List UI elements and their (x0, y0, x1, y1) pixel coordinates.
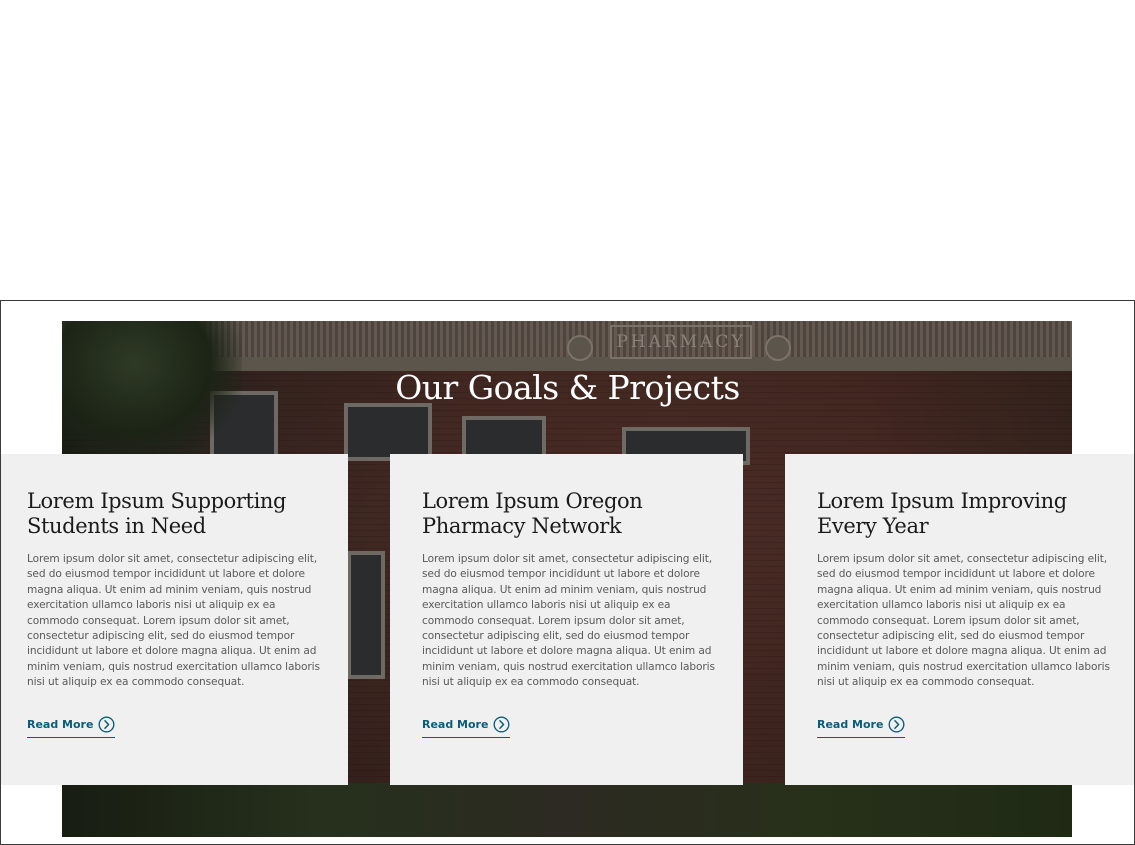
card-body: Lorem ipsum dolor sit amet, consectetur … (27, 553, 320, 689)
read-more-link[interactable]: Read More (817, 716, 906, 738)
goal-card: Lorem Ipsum Supporting Students in Need … (1, 454, 348, 785)
chevron-right-circle-icon (888, 716, 905, 733)
goals-projects-section: PHARMACY Our Goals & Projects Lorem Ipsu… (0, 300, 1135, 845)
read-more-label: Read More (422, 718, 489, 731)
card-body: Lorem ipsum dolor sit amet, consectetur … (817, 553, 1110, 689)
pharmacy-plaque: PHARMACY (610, 325, 752, 359)
read-more-label: Read More (27, 718, 94, 731)
goal-card: Lorem Ipsum Oregon Pharmacy Network Lore… (390, 454, 743, 785)
goal-card: Lorem Ipsum Improving Every Year Lorem i… (785, 454, 1134, 785)
card-title: Lorem Ipsum Oregon Pharmacy Network (422, 489, 643, 538)
chevron-right-circle-icon (98, 716, 115, 733)
section-title: Our Goals & Projects (395, 368, 740, 407)
chevron-right-circle-icon (493, 716, 510, 733)
card-body: Lorem ipsum dolor sit amet, consectetur … (422, 553, 715, 689)
read-more-link[interactable]: Read More (422, 716, 511, 738)
read-more-label: Read More (817, 718, 884, 731)
read-more-link[interactable]: Read More (27, 716, 116, 738)
card-title: Lorem Ipsum Improving Every Year (817, 489, 1067, 538)
card-title: Lorem Ipsum Supporting Students in Need (27, 489, 287, 538)
